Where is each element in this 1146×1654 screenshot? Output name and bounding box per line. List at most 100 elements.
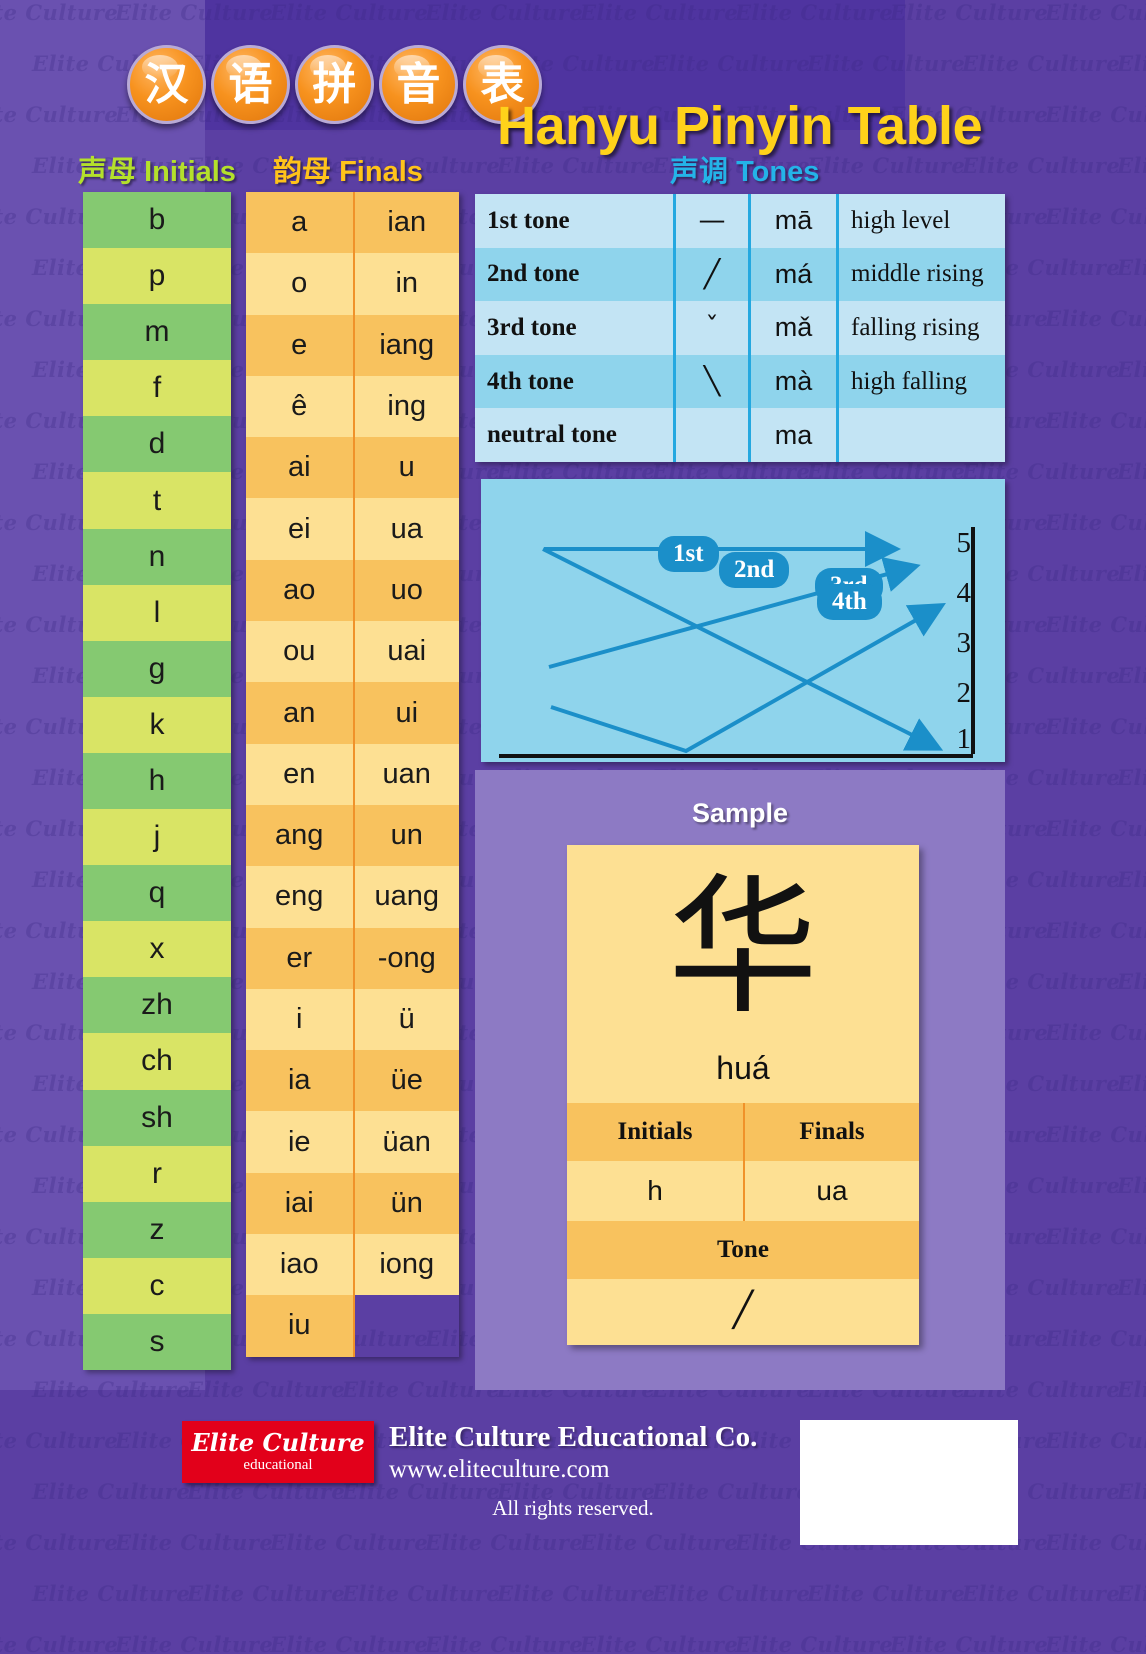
tone-syllable: ma [751, 408, 839, 462]
tone-syllable: mā [751, 194, 839, 248]
initial-cell[interactable]: f [83, 360, 231, 417]
finals-column-left: a o e ê ai ei ao ou an en ang eng er i ia ie iai iao iu [246, 192, 353, 1357]
final-cell[interactable]: ia [246, 1050, 353, 1112]
initial-cell[interactable]: z [83, 1201, 231, 1258]
initial-cell[interactable]: r [83, 1145, 231, 1202]
final-cell[interactable]: u [354, 437, 459, 499]
initial-cell[interactable]: n [83, 528, 231, 585]
final-cell[interactable]: iu [246, 1295, 353, 1357]
watermark-text: Elite Culture [1117, 153, 1146, 178]
final-cell[interactable]: un [354, 804, 459, 867]
final-cell[interactable]: uang [354, 866, 459, 928]
final-cell[interactable]: ü [354, 988, 459, 1051]
tone-scale-label: 4 [956, 577, 972, 609]
tone-description [839, 408, 1005, 462]
elite-culture-logo: Elite Culture educational [182, 1421, 374, 1483]
heading-initials: 声母 Initials [78, 148, 236, 190]
initial-cell[interactable]: s [83, 1313, 231, 1370]
initial-cell[interactable]: t [83, 472, 231, 529]
initial-cell[interactable]: k [83, 696, 231, 753]
final-cell[interactable]: eng [246, 866, 353, 928]
sample-heading: Sample [691, 798, 789, 828]
tone-scale-label: 1 [956, 723, 972, 755]
final-cell[interactable]: ang [246, 804, 353, 867]
initial-cell[interactable]: x [83, 921, 231, 978]
sample-final-value: ua [743, 1161, 919, 1221]
finals-table: a o e ê ai ei ao ou an en ang eng er i ia ie iai iao iu ia… [246, 192, 459, 1357]
final-cell[interactable]: üan [354, 1111, 459, 1173]
tone-scale-label: 5 [956, 527, 972, 559]
final-cell[interactable]: en [246, 743, 353, 805]
final-cell[interactable]: e [246, 314, 353, 376]
final-cell[interactable]: ün [354, 1172, 459, 1235]
watermark-text: Elite Culture [1117, 357, 1146, 382]
tone-row: 1st tone — mā high level [475, 194, 1005, 248]
watermark-text: Elite Culture [1045, 510, 1146, 535]
final-cell[interactable]: ao [246, 559, 353, 622]
final-cell[interactable]: ê [246, 375, 353, 438]
final-cell[interactable]: er [246, 927, 353, 989]
initial-cell[interactable]: sh [83, 1089, 231, 1146]
watermark-text: Elite Culture [1117, 1275, 1146, 1300]
watermark-text: Elite Culture [890, 0, 1049, 25]
initial-cell[interactable]: zh [83, 977, 231, 1034]
initial-cell[interactable]: p [83, 248, 231, 305]
final-cell[interactable]: üe [354, 1050, 459, 1112]
initial-cell[interactable]: j [83, 809, 231, 866]
initial-cell[interactable]: q [83, 865, 231, 922]
sample-value-row: h ua [567, 1161, 919, 1221]
watermark-text: Elite Culture [1117, 1173, 1146, 1198]
initial-cell[interactable]: l [83, 584, 231, 641]
logo-main-text: Elite Culture [191, 1428, 365, 1457]
initial-cell[interactable]: c [83, 1257, 231, 1314]
tone-name: 4th tone [487, 367, 574, 395]
watermark-text: Elite Culture [1045, 1326, 1146, 1351]
tone-mark-icon: ╱ [673, 247, 751, 302]
heading-initials-en: Initials [144, 156, 236, 188]
initial-cell[interactable]: ch [83, 1033, 231, 1090]
final-cell[interactable]: o [246, 253, 353, 315]
watermark-text: Elite Culture [1117, 255, 1146, 280]
final-cell[interactable]: -ong [354, 927, 459, 989]
final-cell[interactable]: i [246, 988, 353, 1051]
final-cell[interactable]: iang [354, 314, 459, 376]
final-cell[interactable]: iai [246, 1172, 353, 1235]
tone-row: neutral tone ma [475, 408, 1005, 462]
final-cell[interactable]: ie [246, 1111, 353, 1173]
initial-cell[interactable]: m [83, 304, 231, 361]
final-cell[interactable]: ai [246, 437, 353, 499]
final-cell[interactable]: uo [354, 559, 459, 622]
watermark-text: Elite Culture [1045, 1020, 1146, 1045]
final-cell[interactable]: iao [246, 1234, 353, 1296]
initial-cell[interactable]: b [83, 192, 231, 249]
website-url[interactable]: www.eliteculture.com [389, 1456, 610, 1484]
final-cell[interactable]: in [354, 253, 459, 315]
watermark-text: Elite Culture [1117, 663, 1146, 688]
tone-name: neutral tone [487, 421, 617, 449]
tone-description: high level [851, 206, 951, 234]
final-cell[interactable]: uai [354, 621, 459, 683]
final-cell[interactable]: iong [354, 1234, 459, 1296]
heading-tones-cn: 声调 [670, 154, 729, 188]
final-cell[interactable]: ou [246, 621, 353, 683]
watermark-text: Elite Culture [962, 153, 1121, 178]
sample-header-row: Initials Finals [567, 1103, 919, 1161]
final-cell[interactable]: ing [354, 375, 459, 438]
initials-table: b p m f d t n l g k h j q x zh ch sh r z c s [83, 192, 231, 1370]
tone-name: 3rd tone [487, 313, 577, 341]
tone-row: 4th tone ╲ mà high falling [475, 354, 1005, 409]
initial-cell[interactable]: d [83, 416, 231, 473]
heading-finals-cn: 韵母 [273, 154, 332, 188]
watermark-text: Elite Culture [1045, 0, 1146, 25]
final-cell[interactable]: uan [354, 743, 459, 805]
tone-name: 1st tone [487, 206, 570, 234]
initial-cell[interactable]: h [83, 752, 231, 810]
initial-cell[interactable]: g [83, 640, 231, 697]
final-cell[interactable]: a [246, 192, 353, 254]
tone-mark-icon: — [673, 194, 751, 248]
final-cell[interactable]: ua [354, 498, 459, 560]
final-cell[interactable]: ian [354, 192, 459, 254]
final-cell[interactable]: ei [246, 498, 353, 560]
final-cell[interactable]: an [246, 682, 353, 744]
final-cell[interactable]: ui [354, 682, 459, 744]
